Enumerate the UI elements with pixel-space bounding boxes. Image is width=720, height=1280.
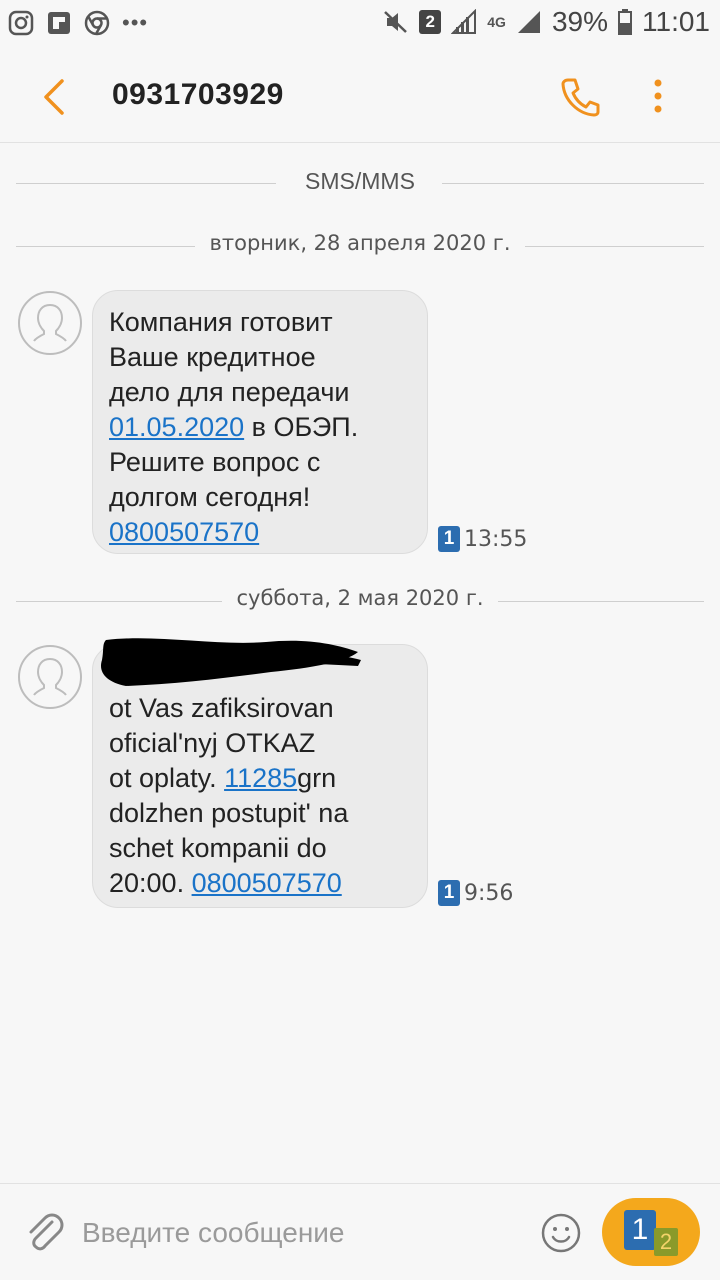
battery-percent: 39% xyxy=(551,6,608,37)
message-line: dolzhen postupit' na xyxy=(109,798,349,828)
contact-title: 0931703929 xyxy=(112,78,284,111)
message-line: дело для передачи xyxy=(109,377,350,407)
avatar[interactable] xyxy=(18,645,82,709)
sim-badge: 2 xyxy=(419,10,442,34)
message-line: Компания готовит xyxy=(109,307,333,337)
chrome-icon xyxy=(84,10,110,36)
emoji-button[interactable] xyxy=(540,1212,582,1254)
clock: 11:01 xyxy=(642,6,710,37)
more-options-button[interactable] xyxy=(640,74,676,118)
message-time: 9:56 xyxy=(464,880,514,906)
message-line: 0800507570 xyxy=(109,515,411,550)
date-label: суббота, 2 мая 2020 г. xyxy=(222,586,498,610)
paperclip-icon xyxy=(29,1213,64,1251)
flipboard-icon xyxy=(48,12,70,34)
attach-button[interactable] xyxy=(22,1210,66,1254)
phone-icon xyxy=(561,78,600,117)
amount-link[interactable]: 11285 xyxy=(224,763,297,793)
notification-icons: ••• xyxy=(8,10,148,36)
redaction-scribble xyxy=(101,638,361,686)
message-line: oficial'nyj OTKAZ xyxy=(109,728,316,758)
channel-label: SMS/MMS xyxy=(291,168,429,194)
message-line: 01.05.2020 в ОБЭП. xyxy=(109,410,411,445)
chevron-left-icon xyxy=(44,79,64,115)
message-meta: 1 13:55 xyxy=(438,526,527,552)
network-type: 4G xyxy=(487,14,506,30)
message-meta: 1 9:56 xyxy=(438,880,513,906)
phone-link[interactable]: 0800507570 xyxy=(192,868,342,898)
message-text: ot oplaty. xyxy=(109,763,225,793)
back-button[interactable] xyxy=(38,75,78,119)
sim-2-icon: 2 xyxy=(654,1228,678,1256)
message-line: Решите вопрос с xyxy=(109,447,321,477)
date-separator: вторник, 28 апреля 2020 г. xyxy=(0,231,720,261)
message-line: ot oplaty. 11285grn xyxy=(109,761,411,796)
person-icon xyxy=(33,658,67,696)
phone-link[interactable]: 0800507570 xyxy=(109,517,259,547)
message-time: 13:55 xyxy=(464,526,528,552)
call-button[interactable] xyxy=(558,74,602,118)
message-composer: 1 2 xyxy=(0,1184,720,1280)
message-text: grn xyxy=(297,763,337,793)
date-label: вторник, 28 апреля 2020 г. xyxy=(195,231,525,255)
send-button[interactable]: 1 2 xyxy=(602,1198,700,1266)
message-line: Ваше кредитное xyxy=(109,342,316,372)
battery-icon xyxy=(618,9,632,35)
app-bar: 0931703929 xyxy=(0,50,720,142)
message-line: schet kompanii do xyxy=(109,833,327,863)
message-line: ot Vas zafiksirovan xyxy=(109,693,334,723)
sim-1-icon: 1 xyxy=(624,1210,656,1250)
channel-separator: SMS/MMS xyxy=(0,168,720,198)
date-link[interactable]: 01.05.2020 xyxy=(109,412,244,442)
instagram-icon xyxy=(8,10,34,36)
more-vertical-icon xyxy=(654,79,662,113)
date-separator: суббота, 2 мая 2020 г. xyxy=(0,586,720,616)
divider xyxy=(0,142,720,143)
more-dots-icon: ••• xyxy=(122,10,149,35)
message-input[interactable] xyxy=(80,1210,524,1256)
sim-indicator: 1 xyxy=(438,526,460,552)
message-line: долгом сегодня! xyxy=(109,482,311,512)
mute-icon xyxy=(384,11,408,33)
system-indicators: 2 4G 39% 11:01 xyxy=(383,6,710,38)
message-text: 20:00. xyxy=(109,868,192,898)
signal-icon xyxy=(451,9,477,34)
person-icon xyxy=(33,304,67,342)
sim-indicator: 1 xyxy=(438,880,460,906)
message-text: в ОБЭП. xyxy=(244,412,359,442)
smiley-icon xyxy=(541,1213,581,1253)
message-bubble[interactable]: Компания готовит Ваше кредитное дело для… xyxy=(92,290,428,554)
avatar[interactable] xyxy=(18,291,82,355)
message-line: 20:00. 0800507570 xyxy=(109,866,411,901)
status-bar: ••• 2 4G 39% 11:01 xyxy=(0,0,720,50)
signal-icon xyxy=(517,11,540,33)
